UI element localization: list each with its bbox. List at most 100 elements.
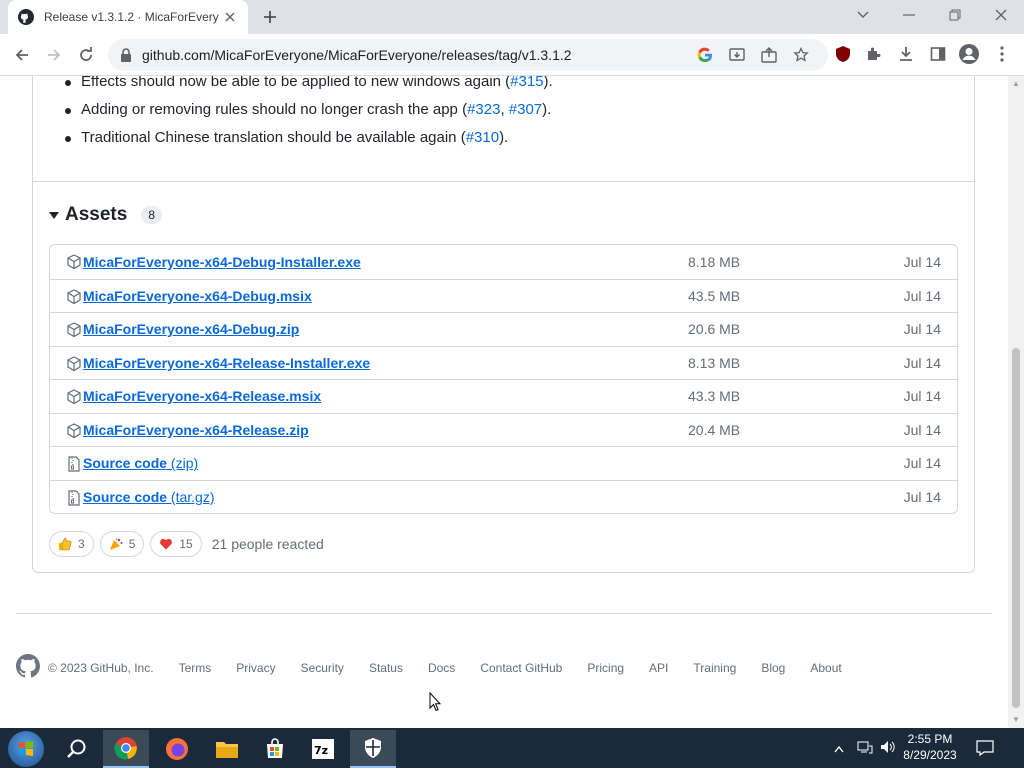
footer-link-api[interactable]: API	[649, 661, 668, 675]
footer-link-blog[interactable]: Blog	[761, 661, 785, 675]
side-panel-icon[interactable]	[928, 44, 948, 64]
ublock-extension-icon[interactable]	[833, 44, 853, 64]
downloads-icon[interactable]	[896, 44, 916, 64]
asset-row: Source code (tar.gz) Jul 14	[50, 479, 957, 514]
browser-toolbar: github.com/MicaForEveryone/MicaForEveryo…	[0, 34, 1024, 101]
tab-strip: Release v1.3.1.2 · MicaForEveryone	[0, 0, 1024, 34]
tab-search-icon[interactable]	[851, 5, 875, 25]
scroll-up-arrow-icon[interactable]: ▲	[1011, 80, 1021, 88]
forward-button[interactable]	[43, 44, 65, 66]
asset-download-link[interactable]: Source code (zip)	[83, 455, 198, 471]
asset-row: MicaForEveryone-x64-Release.zip 20.4 MB Ju…	[50, 412, 957, 447]
release-note-item: Effects should now be able to be applied…	[65, 76, 553, 90]
asset-row: MicaForEveryone-x64-Release.msix 43.3 MB J…	[50, 379, 957, 413]
share-icon[interactable]	[760, 46, 778, 64]
reload-button[interactable]	[75, 44, 97, 66]
assets-list: MicaForEveryone-x64-Debug-Installer.exe 8…	[49, 244, 958, 514]
asset-size: 8.13 MB	[688, 354, 741, 371]
page-footer: © 2023 GitHub, Inc. Terms Privacy Securi…	[16, 654, 867, 681]
asset-size: 43.3 MB	[688, 388, 741, 405]
issue-link[interactable]: #310	[466, 129, 499, 146]
scrollbar-thumb[interactable]	[1012, 348, 1020, 708]
asset-download-link[interactable]: MicaForEveryone-x64-Debug.msix	[83, 288, 312, 304]
start-button[interactable]	[8, 731, 44, 767]
footer-link-security[interactable]: Security	[301, 661, 344, 675]
footer-link-about[interactable]: About	[810, 661, 841, 675]
asset-size: 43.5 MB	[688, 287, 741, 304]
browser-tab[interactable]: Release v1.3.1.2 · MicaForEveryone	[8, 0, 248, 34]
package-icon	[66, 254, 82, 270]
footer-link-privacy[interactable]: Privacy	[236, 661, 275, 675]
issue-link[interactable]: #307	[509, 101, 542, 118]
taskbar-clock[interactable]: 2:55 PM 8/29/2023	[902, 731, 958, 763]
file-zip-icon	[66, 489, 82, 506]
asset-download-link[interactable]: Source code (tar.gz)	[83, 489, 215, 505]
issue-link[interactable]: #315	[510, 76, 543, 90]
asset-size: 20.4 MB	[688, 421, 741, 438]
url-text[interactable]: github.com/MicaForEveryone/MicaForEveryo…	[142, 47, 572, 63]
network-icon[interactable]	[857, 740, 873, 759]
reactions-summary: 21 people reacted	[211, 536, 324, 552]
release-note-item: Traditional Chinese translation should b…	[64, 129, 509, 146]
store-taskbar-icon[interactable]	[252, 730, 298, 768]
clock-time: 2:55 PM	[907, 732, 953, 746]
heart-icon	[159, 537, 173, 551]
file-explorer-taskbar-icon[interactable]	[204, 730, 250, 768]
reaction-heart[interactable]: 15	[150, 531, 202, 557]
footer-link-docs[interactable]: Docs	[428, 661, 455, 675]
party-popper-icon	[109, 537, 123, 551]
reaction-hooray[interactable]: 5	[99, 531, 145, 557]
minimize-button[interactable]	[897, 5, 921, 25]
asset-download-link[interactable]: MicaForEveryone-x64-Release-Installer.ex…	[83, 355, 370, 371]
show-hidden-icons-icon[interactable]	[834, 740, 844, 758]
browser-menu-icon[interactable]	[992, 44, 1012, 64]
firefox-taskbar-icon[interactable]	[154, 730, 200, 768]
lock-icon[interactable]	[120, 48, 132, 67]
footer-link-contact[interactable]: Contact GitHub	[480, 661, 562, 675]
notification-center-icon[interactable]	[976, 740, 994, 761]
asset-download-link[interactable]: MicaForEveryone-x64-Release.msix	[83, 388, 321, 404]
address-bar[interactable]: github.com/MicaForEveryone/MicaForEveryo…	[108, 39, 828, 71]
install-app-icon[interactable]	[728, 46, 746, 64]
restore-button[interactable]	[943, 5, 967, 25]
asset-download-link[interactable]: MicaForEveryone-x64-Debug.zip	[83, 321, 299, 337]
google-icon[interactable]	[696, 46, 714, 64]
assets-summary[interactable]: Assets 8	[49, 204, 163, 226]
asset-row: MicaForEveryone-x64-Debug.zip 20.6 MB Jul …	[50, 312, 957, 346]
footer-copyright: © 2023 GitHub, Inc.	[48, 660, 154, 675]
footer-link-status[interactable]: Status	[369, 661, 403, 675]
package-icon	[66, 322, 82, 338]
chrome-taskbar-icon[interactable]	[103, 730, 149, 768]
footer-link-training[interactable]: Training	[693, 661, 736, 675]
caret-down-icon[interactable]	[49, 211, 59, 219]
issue-link[interactable]: #323	[467, 101, 500, 118]
volume-icon[interactable]	[880, 740, 896, 759]
back-button[interactable]	[11, 44, 33, 66]
bookmark-star-icon[interactable]	[792, 46, 810, 64]
footer-link-pricing[interactable]: Pricing	[587, 661, 624, 675]
footer-link-terms[interactable]: Terms	[179, 661, 212, 675]
scroll-down-arrow-icon[interactable]: ▼	[1011, 716, 1021, 724]
profile-avatar-icon[interactable]	[959, 44, 979, 64]
asset-download-link[interactable]: MicaForEveryone-x64-Release.zip	[83, 422, 309, 438]
close-window-button[interactable]	[989, 5, 1013, 25]
asset-row: MicaForEveryone-x64-Debug.msix 43.5 MB Jul…	[50, 278, 957, 313]
extensions-puzzle-icon[interactable]	[864, 44, 884, 64]
package-icon	[66, 389, 82, 405]
page-scrollbar[interactable]: ▲ ▼	[1008, 76, 1024, 728]
7zip-taskbar-icon[interactable]: 7z	[300, 730, 346, 768]
asset-date: Jul 14	[903, 321, 941, 338]
close-tab-icon[interactable]	[222, 9, 238, 25]
defender-taskbar-icon[interactable]	[350, 730, 396, 768]
github-mark-icon[interactable]	[16, 654, 41, 681]
github-icon	[18, 9, 34, 25]
asset-download-link[interactable]: MicaForEveryone-x64-Debug-Installer.exe	[83, 254, 361, 270]
reaction-thumbs-up[interactable]: 3	[49, 531, 94, 557]
search-taskbar-icon[interactable]	[54, 730, 100, 768]
asset-row: MicaForEveryone-x64-Release-Installer.ex…	[50, 345, 957, 380]
svg-text:7z: 7z	[314, 744, 328, 757]
asset-date: Jul 14	[903, 253, 941, 270]
assets-count-badge: 8	[141, 206, 163, 224]
assets-title[interactable]: Assets	[65, 204, 127, 226]
new-tab-button[interactable]	[260, 7, 280, 27]
